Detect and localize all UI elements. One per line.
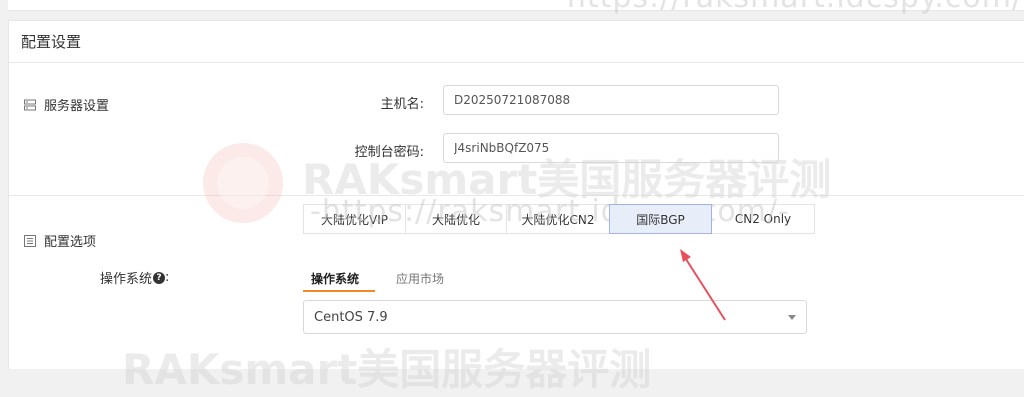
os-label-colon: : [165, 270, 170, 285]
hostname-label: 主机名: [380, 97, 424, 112]
chevron-down-icon [788, 315, 796, 320]
tab-mainland[interactable]: 大陆优化 [405, 204, 507, 234]
tab-intl-bgp[interactable]: 国际BGP [609, 204, 712, 234]
list-doc-icon [24, 234, 36, 247]
password-label: 控制台密码: [354, 145, 424, 160]
tab-mainland-vip[interactable]: 大陆优化VIP [303, 204, 406, 234]
os-select[interactable]: CentOS 7.9 [303, 300, 807, 334]
subtab-os[interactable]: 操作系统 [311, 270, 359, 287]
console-password-input[interactable] [443, 133, 779, 163]
line-type-tabs: 大陆优化VIP 大陆优化 大陆优化CN2 国际BGP CN2 Only [303, 204, 815, 234]
server-icon [24, 99, 36, 110]
config-options-label: 配置选项 [44, 235, 97, 250]
help-icon[interactable]: ? [153, 271, 166, 284]
subtab-app-market[interactable]: 应用市场 [396, 270, 444, 287]
server-settings-label: 服务器设置 [44, 99, 110, 114]
panel-title: 配置设置 [21, 33, 82, 51]
tab-mainland-cn2[interactable]: 大陆优化CN2 [506, 204, 610, 234]
top-panel-edge [8, 0, 1024, 11]
title-divider [9, 62, 1024, 63]
os-label-text: 操作系统 [100, 272, 153, 287]
os-field-label: 操作系统 ? : [100, 268, 169, 287]
os-select-value: CentOS 7.9 [314, 309, 388, 325]
config-options-section: 配置选项 [24, 231, 96, 250]
subtab-active-underline [303, 290, 375, 292]
hostname-input[interactable] [443, 85, 779, 115]
tab-cn2-only[interactable]: CN2 Only [711, 204, 815, 234]
server-settings-section: 服务器设置 [24, 95, 109, 114]
section-divider [9, 195, 1024, 196]
